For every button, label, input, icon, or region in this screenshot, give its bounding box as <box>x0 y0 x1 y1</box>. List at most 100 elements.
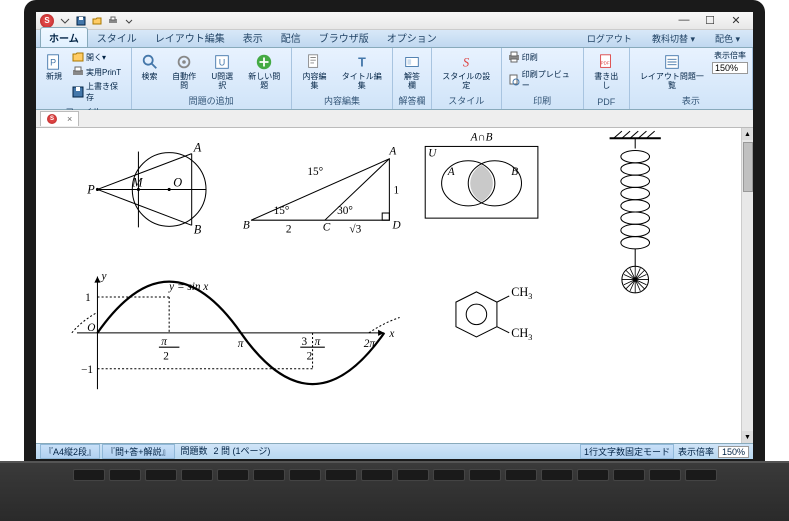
select-problem[interactable]: UU問選択 <box>205 50 240 93</box>
svg-text:O: O <box>87 322 95 334</box>
svg-text:2: 2 <box>307 350 313 362</box>
svg-text:T: T <box>358 56 366 70</box>
group-print-label: 印刷 <box>506 93 579 107</box>
minimize-button[interactable]: — <box>677 14 691 27</box>
svg-text:1: 1 <box>85 292 91 304</box>
group-view-label: 表示 <box>634 93 748 107</box>
svg-text:B: B <box>194 223 202 237</box>
svg-text:30°: 30° <box>337 205 353 217</box>
print-icon[interactable] <box>106 14 120 28</box>
tab-browser[interactable]: ブラウザ版 <box>310 27 378 47</box>
status-zoom-value[interactable]: 150% <box>718 446 749 458</box>
tab-distribute[interactable]: 配信 <box>272 27 310 47</box>
logout-link[interactable]: ログアウト <box>578 29 641 47</box>
status-bar: 『A4縦2段』 『問+答+解説』 問題数 2 問 (1ページ) 1行文字数固定モ… <box>36 443 753 459</box>
svg-text:−1: −1 <box>81 364 93 376</box>
printer-icon <box>508 51 520 63</box>
svg-text:π: π <box>161 336 167 348</box>
scroll-thumb[interactable] <box>743 142 753 192</box>
tab-layout[interactable]: レイアウト編集 <box>146 27 234 47</box>
save-icon[interactable] <box>74 14 88 28</box>
svg-text:O: O <box>173 175 182 189</box>
status-mode: 1行文字数固定モード <box>580 444 674 459</box>
svg-text:A∩B: A∩B <box>470 131 493 143</box>
scroll-up-icon[interactable]: ▲ <box>742 128 753 140</box>
svg-text:A: A <box>388 146 396 158</box>
group-pdf-label: PDF <box>588 96 625 107</box>
preview-icon <box>508 74 520 86</box>
close-button[interactable]: ✕ <box>729 14 743 27</box>
export-pdf[interactable]: PDF書き出し <box>588 50 625 93</box>
status-zoom-label: 表示倍率 <box>678 445 714 458</box>
vertical-scrollbar[interactable]: ▲ ▼ <box>741 128 753 443</box>
answer-field[interactable]: 解答欄 <box>397 50 427 93</box>
answer-icon <box>402 52 422 72</box>
svg-text:A: A <box>447 166 455 178</box>
figures-svg: P M O A B A B C D 15° 15° 30° 2 √3 1 A∩B… <box>36 128 753 415</box>
color-scheme[interactable]: 配色 ▾ <box>706 29 749 47</box>
subject-switch[interactable]: 教科切替 ▾ <box>643 29 704 47</box>
style-s-icon: S <box>456 52 476 72</box>
svg-text:15°: 15° <box>274 205 290 217</box>
auto-create[interactable]: 自動作問 <box>166 50 203 93</box>
print-sm-icon <box>72 66 84 78</box>
svg-text:3: 3 <box>302 336 308 348</box>
maximize-button[interactable]: ☐ <box>703 14 717 27</box>
svg-text:D: D <box>391 219 400 231</box>
layout-list[interactable]: レイアウト問題一覧 <box>634 50 710 93</box>
scroll-down-icon[interactable]: ▼ <box>742 431 753 443</box>
search-icon <box>140 52 160 72</box>
overwrite-save[interactable]: 上書き保存 <box>70 80 127 104</box>
edit-content[interactable]: 内容編集 <box>296 50 333 93</box>
list-icon <box>662 52 682 72</box>
edit-title[interactable]: Tタイトル編集 <box>335 50 388 93</box>
tab-options[interactable]: オプション <box>378 27 446 47</box>
style-settings[interactable]: Sスタイルの設定 <box>436 50 497 93</box>
svg-text:P: P <box>86 183 95 197</box>
svg-text:2: 2 <box>163 350 169 362</box>
svg-text:B: B <box>243 219 250 231</box>
quick-access-toolbar <box>58 14 136 28</box>
ribbon-tabs: ホーム スタイル レイアウト編集 表示 配信 ブラウザ版 オプション ログアウト… <box>36 30 753 48</box>
doc-tab-icon: S <box>47 114 57 124</box>
qat-more-icon[interactable] <box>122 14 136 28</box>
new-problem[interactable]: 新しい問題 <box>242 50 287 93</box>
zoom-value[interactable]: 150% <box>712 62 748 74</box>
qat-dropdown-icon[interactable] <box>58 14 72 28</box>
save-icon <box>72 86 84 98</box>
status-count-value: 2 問 (1ページ) <box>214 444 271 459</box>
laptop-keyboard <box>0 461 789 521</box>
status-page-format: 『A4縦2段』 <box>40 444 100 459</box>
tab-home[interactable]: ホーム <box>40 27 88 47</box>
ribbon: P 新規 開く▾ 実用PrinT 上書き保存 ファイル 検索 自動作問 UU問選… <box>36 48 753 110</box>
document-canvas[interactable]: P M O A B A B C D 15° 15° 30° 2 √3 1 A∩B… <box>36 128 753 443</box>
svg-text:S: S <box>463 56 470 70</box>
doc-tab-1[interactable]: S × <box>40 111 79 126</box>
svg-text:U: U <box>428 148 437 160</box>
app-icon: S <box>40 14 54 28</box>
doc-tab-close[interactable]: × <box>67 114 72 124</box>
print-button[interactable]: 印刷 <box>506 50 579 64</box>
open-icon[interactable] <box>90 14 104 28</box>
tab-style[interactable]: スタイル <box>88 27 146 47</box>
print-util[interactable]: 実用PrinT <box>70 65 127 79</box>
svg-text:x: x <box>388 328 394 340</box>
svg-text:C: C <box>323 221 331 233</box>
tab-view[interactable]: 表示 <box>234 27 272 47</box>
folder-icon <box>72 51 84 63</box>
group-addproblem-label: 問題の追加 <box>136 93 287 107</box>
search-button[interactable]: 検索 <box>136 50 164 84</box>
gear-icon <box>174 52 194 72</box>
svg-text:√3: √3 <box>349 223 361 235</box>
print-preview[interactable]: 印刷プレビュー <box>506 68 579 92</box>
new-label: 新規 <box>46 73 62 82</box>
svg-text:CH3: CH3 <box>511 285 532 301</box>
svg-text:2π: 2π <box>364 338 376 350</box>
svg-text:CH3: CH3 <box>511 326 532 342</box>
new-button[interactable]: P 新規 <box>40 50 68 84</box>
svg-text:π: π <box>315 336 321 348</box>
open-menu[interactable]: 開く▾ <box>70 50 127 64</box>
svg-text:B: B <box>511 166 518 178</box>
svg-text:π: π <box>238 338 244 350</box>
group-contentedit-label: 内容編集 <box>296 93 388 107</box>
